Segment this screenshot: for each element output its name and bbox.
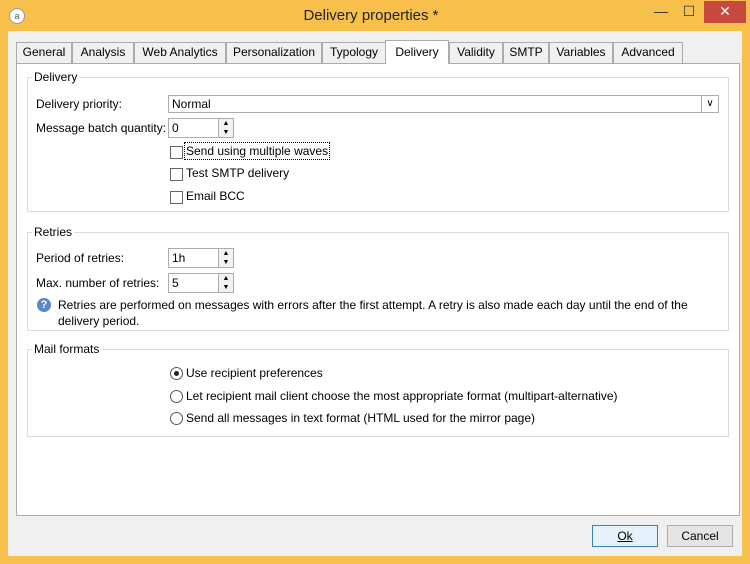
window-title: Delivery properties * <box>303 7 439 24</box>
close-button[interactable]: ✕ <box>704 1 746 23</box>
radio-multipart-alternative[interactable] <box>170 390 183 403</box>
title-bar[interactable]: a Delivery properties * — ☐ ✕ <box>1 1 749 31</box>
delivery-group-legend: Delivery <box>34 70 78 84</box>
tab-typology[interactable]: Typology <box>322 42 386 63</box>
tab-web-analytics[interactable]: Web Analytics <box>134 42 226 63</box>
test-smtp-checkbox[interactable] <box>170 168 183 181</box>
radio-text-format-label[interactable]: Send all messages in text format (HTML u… <box>186 411 535 425</box>
tab-personalization[interactable]: Personalization <box>226 42 322 63</box>
max-retries-value: 5 <box>172 276 179 290</box>
max-retries-label: Max. number of retries: <box>36 276 160 290</box>
delivery-priority-select[interactable]: Normal ∨ <box>168 95 719 113</box>
cancel-button[interactable]: Cancel <box>667 525 733 547</box>
test-smtp-label[interactable]: Test SMTP delivery <box>186 166 289 180</box>
ok-button[interactable]: Ok <box>592 525 658 547</box>
stepper-down-icon[interactable]: ▼ <box>218 283 233 292</box>
retries-note: Retries are performed on messages with e… <box>58 298 688 328</box>
delivery-tab-panel: Delivery Delivery priority: Normal ∨ Mes… <box>16 63 740 516</box>
tab-smtp[interactable]: SMTP <box>503 42 549 63</box>
tab-variables[interactable]: Variables <box>549 42 613 63</box>
cancel-button-label: Cancel <box>681 529 719 543</box>
info-icon: ? <box>37 298 51 312</box>
batch-quantity-stepper[interactable]: 0 ▲ ▼ <box>168 118 234 138</box>
stepper-down-icon[interactable]: ▼ <box>218 258 233 267</box>
retry-period-value: 1h <box>172 251 186 265</box>
email-bcc-label[interactable]: Email BCC <box>186 189 245 203</box>
retry-period-stepper[interactable]: 1h ▲ ▼ <box>168 248 234 268</box>
retries-group-legend: Retries <box>34 225 73 239</box>
minimize-button[interactable]: — <box>647 1 675 23</box>
stepper-down-icon[interactable]: ▼ <box>218 128 233 137</box>
tab-advanced[interactable]: Advanced <box>613 42 683 63</box>
delivery-group: Delivery <box>27 70 729 212</box>
maximize-button[interactable]: ☐ <box>675 1 703 23</box>
batch-quantity-label: Message batch quantity: <box>36 121 167 135</box>
dialog-client: General Analysis Web Analytics Personali… <box>8 31 742 556</box>
multiple-waves-checkbox[interactable] <box>170 146 183 159</box>
radio-recipient-preferences-label[interactable]: Use recipient preferences <box>186 366 323 380</box>
retry-period-label: Period of retries: <box>36 251 125 265</box>
radio-recipient-preferences[interactable] <box>170 367 183 380</box>
ok-button-label: Ok <box>617 529 633 543</box>
radio-multipart-alternative-label[interactable]: Let recipient mail client choose the mos… <box>186 389 618 403</box>
tab-analysis[interactable]: Analysis <box>72 42 134 63</box>
dialog-window: a Delivery properties * — ☐ ✕ General An… <box>0 0 750 564</box>
tab-delivery[interactable]: Delivery <box>385 40 449 64</box>
chevron-down-icon[interactable]: ∨ <box>701 96 718 112</box>
delivery-priority-label: Delivery priority: <box>36 97 123 111</box>
email-bcc-checkbox[interactable] <box>170 191 183 204</box>
max-retries-stepper[interactable]: 5 ▲ ▼ <box>168 273 234 293</box>
radio-text-format[interactable] <box>170 412 183 425</box>
tab-general[interactable]: General <box>16 42 72 63</box>
tab-validity[interactable]: Validity <box>449 42 503 63</box>
batch-quantity-value: 0 <box>172 121 179 135</box>
multiple-waves-label[interactable]: Send using multiple waves <box>183 142 331 160</box>
mail-formats-legend: Mail formats <box>34 342 100 356</box>
delivery-priority-value: Normal <box>172 97 211 111</box>
